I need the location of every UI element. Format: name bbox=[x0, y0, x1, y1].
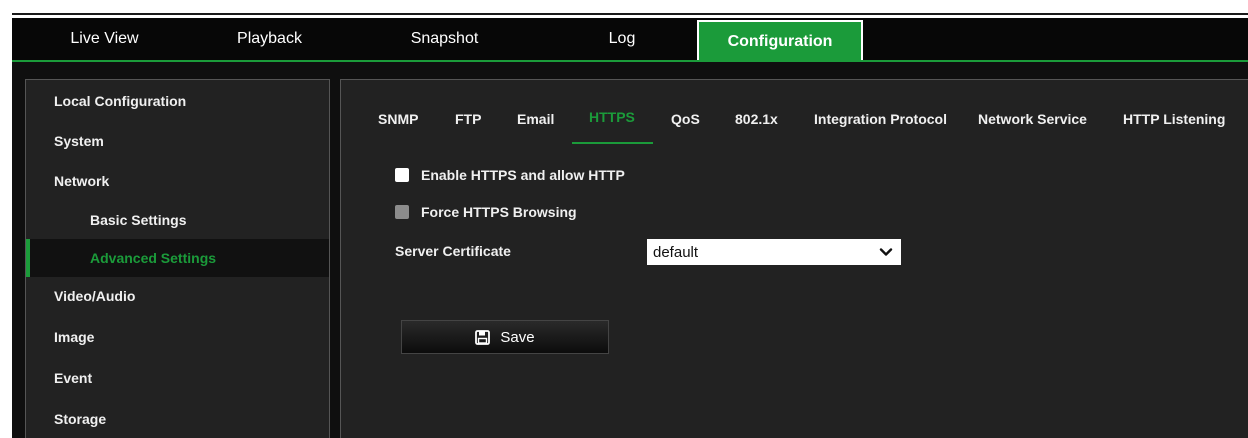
server-certificate-value: default bbox=[653, 243, 699, 261]
subtab-qos[interactable]: QoS bbox=[671, 111, 700, 127]
subtab-ftp[interactable]: FTP bbox=[455, 111, 481, 127]
subtab-email[interactable]: Email bbox=[517, 111, 554, 127]
main-nav: Live View Playback Snapshot Log Configur… bbox=[12, 18, 1248, 62]
subtab-https[interactable]: HTTPS bbox=[589, 109, 635, 125]
sidebar-item-local-configuration[interactable]: Local Configuration bbox=[26, 82, 329, 120]
subtab-network-service[interactable]: Network Service bbox=[978, 111, 1087, 127]
sidebar-item-event[interactable]: Event bbox=[26, 359, 329, 397]
server-certificate-select[interactable]: default bbox=[647, 239, 901, 265]
chevron-down-icon bbox=[879, 248, 893, 256]
tab-log[interactable]: Log bbox=[547, 18, 697, 60]
enable-https-row: Enable HTTPS and allow HTTP bbox=[395, 167, 625, 183]
force-https-row: Force HTTPS Browsing bbox=[395, 204, 577, 220]
tab-playback[interactable]: Playback bbox=[197, 18, 342, 60]
save-label: Save bbox=[500, 328, 535, 346]
sidebar-item-system[interactable]: System bbox=[26, 122, 329, 160]
subtab-snmp[interactable]: SNMP bbox=[378, 111, 418, 127]
top-border bbox=[12, 13, 1248, 15]
force-https-checkbox[interactable] bbox=[395, 205, 409, 219]
sidebar-item-network[interactable]: Network bbox=[26, 162, 329, 200]
sidebar-item-video-audio[interactable]: Video/Audio bbox=[26, 277, 329, 315]
tab-live-view[interactable]: Live View bbox=[12, 18, 197, 60]
sidebar-item-storage[interactable]: Storage bbox=[26, 400, 329, 438]
sidebar-item-image[interactable]: Image bbox=[26, 318, 329, 356]
tab-snapshot[interactable]: Snapshot bbox=[342, 18, 547, 60]
subtab-integration-protocol[interactable]: Integration Protocol bbox=[814, 111, 947, 127]
save-button[interactable]: Save bbox=[401, 320, 609, 354]
floppy-disk-icon bbox=[475, 329, 491, 345]
tab-configuration[interactable]: Configuration bbox=[697, 20, 863, 62]
sidebar-item-advanced-settings[interactable]: Advanced Settings bbox=[26, 239, 329, 277]
subtab-active-underline bbox=[572, 142, 653, 144]
subtab-http-listening[interactable]: HTTP Listening bbox=[1123, 111, 1225, 127]
subtab-8021x[interactable]: 802.1x bbox=[735, 111, 778, 127]
sidebar: Local Configuration System Network Basic… bbox=[25, 79, 330, 438]
server-certificate-label: Server Certificate bbox=[395, 243, 511, 259]
sidebar-item-basic-settings[interactable]: Basic Settings bbox=[26, 201, 329, 239]
force-https-label: Force HTTPS Browsing bbox=[421, 204, 577, 220]
content-panel: SNMP FTP Email HTTPS QoS 802.1x Integrat… bbox=[340, 79, 1248, 438]
enable-https-label: Enable HTTPS and allow HTTP bbox=[421, 167, 625, 183]
enable-https-checkbox[interactable] bbox=[395, 168, 409, 182]
